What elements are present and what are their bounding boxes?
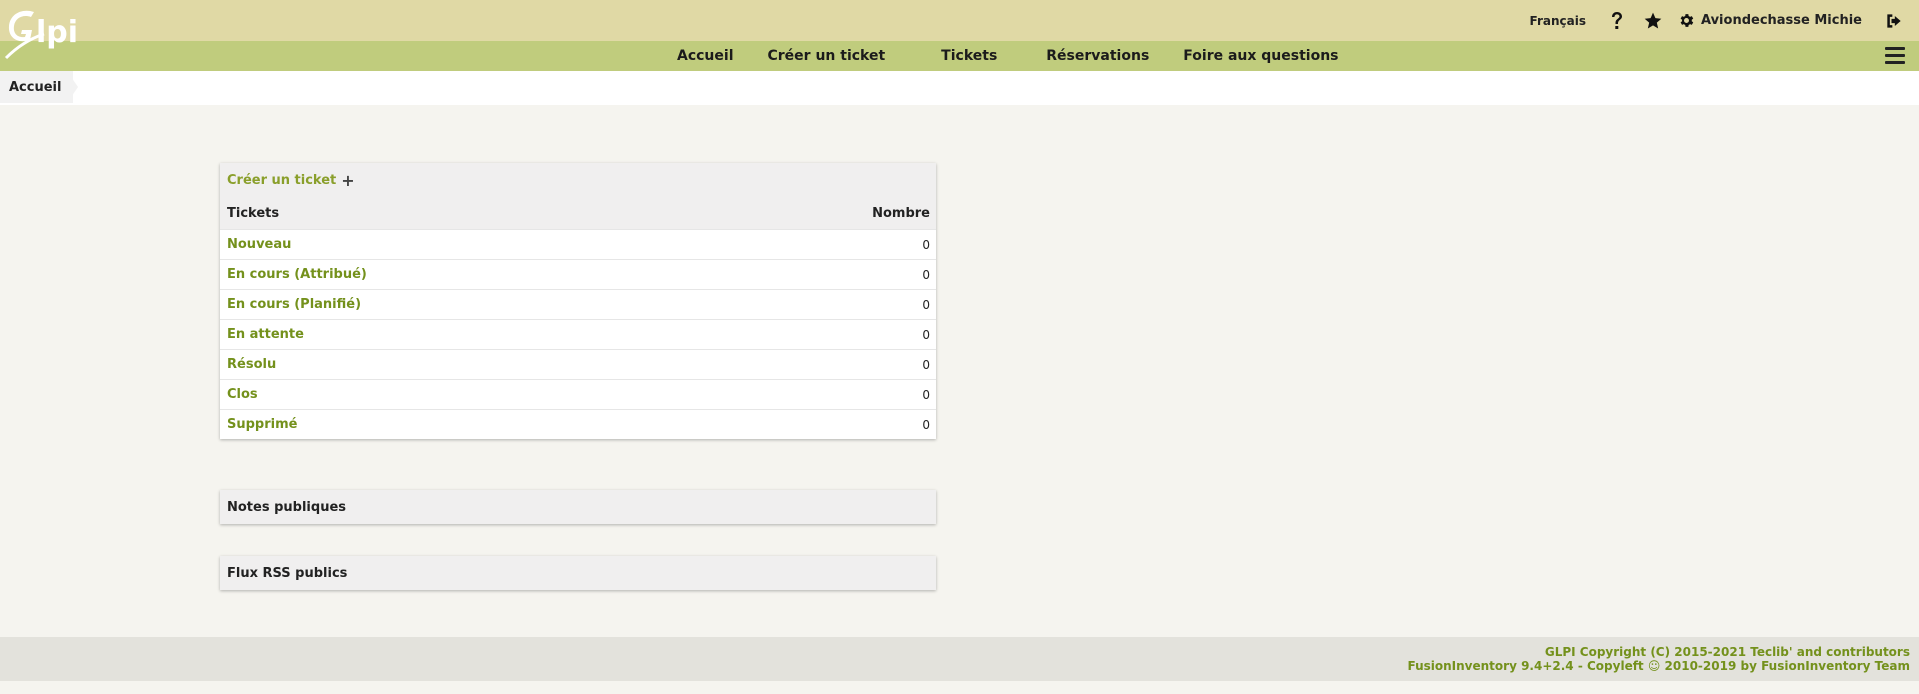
glpi-logo[interactable]: lpi [4,6,96,64]
create-ticket-link[interactable]: Créer un ticket [227,173,336,188]
nav-tickets[interactable]: Tickets [902,48,1036,64]
column-count: Nombre [872,205,930,221]
public-notes-title: Notes publiques [220,490,936,524]
header-actions: Français Aviondechasse Michie [1530,0,1904,41]
footer: GLPI Copyright (C) 2015-2021 Teclib' and… [0,637,1919,681]
status-planned-link[interactable]: En cours (Planifié) [227,297,361,312]
top-header: Français Aviondechasse Michie [0,0,1919,41]
nav-home[interactable]: Accueil [660,48,751,64]
main-navigation: Accueil Créer un ticket Tickets Réservat… [0,41,1919,71]
fusioninventory-link[interactable]: FusionInventory 9.4+2.4 - Copyleft ☺ 201… [1407,659,1910,673]
status-new-link[interactable]: Nouveau [227,237,291,252]
status-waiting-link[interactable]: En attente [227,327,304,342]
svg-text:lpi: lpi [36,15,78,50]
status-closed-link[interactable]: Clos [227,387,258,402]
status-solved-link[interactable]: Résolu [227,357,276,372]
user-name: Aviondechasse Michie [1700,13,1862,28]
plus-icon[interactable]: + [341,171,354,190]
gear-icon [1680,14,1694,27]
nav-faq[interactable]: Foire aux questions [1166,48,1355,64]
glpi-copyright-link[interactable]: GLPI Copyright (C) 2015-2021 Teclib' and… [1545,645,1910,659]
column-tickets: Tickets [227,205,280,221]
breadcrumb: Accueil [0,71,1919,105]
table-row: En attente 0 [220,319,936,349]
breadcrumb-arrow [67,71,78,103]
question-icon[interactable] [1606,10,1628,32]
status-deleted-link[interactable]: Supprimé [227,417,297,432]
status-assigned-link[interactable]: En cours (Attribué) [227,267,367,282]
row-count: 0 [922,387,930,402]
table-row: Clos 0 [220,379,936,409]
table-row: En cours (Attribué) 0 [220,259,936,289]
public-rss-title: Flux RSS publics [220,556,936,590]
star-icon[interactable] [1642,10,1664,32]
row-count: 0 [922,327,930,342]
breadcrumb-home[interactable]: Accueil [0,71,74,103]
table-row: Supprimé 0 [220,409,936,439]
tickets-panel-header: Créer un ticket + [220,163,936,197]
language-selector[interactable]: Français [1530,14,1586,28]
public-notes-panel: Notes publiques [220,490,936,524]
tickets-panel: Créer un ticket + Tickets Nombre Nouveau… [220,163,936,439]
hamburger-icon[interactable] [1885,47,1905,65]
nav-reservations[interactable]: Réservations [1036,48,1166,64]
row-count: 0 [922,357,930,372]
nav-create-ticket[interactable]: Créer un ticket [751,48,903,64]
public-rss-panel: Flux RSS publics [220,556,936,590]
table-row: Résolu 0 [220,349,936,379]
logout-icon[interactable] [1884,11,1904,31]
row-count: 0 [922,267,930,282]
row-count: 0 [922,237,930,252]
row-count: 0 [922,297,930,312]
row-count: 0 [922,417,930,432]
table-row: Nouveau 0 [220,229,936,259]
user-menu[interactable]: Aviondechasse Michie [1678,12,1862,29]
table-row: En cours (Planifié) 0 [220,289,936,319]
tickets-table-header: Tickets Nombre [220,197,936,229]
